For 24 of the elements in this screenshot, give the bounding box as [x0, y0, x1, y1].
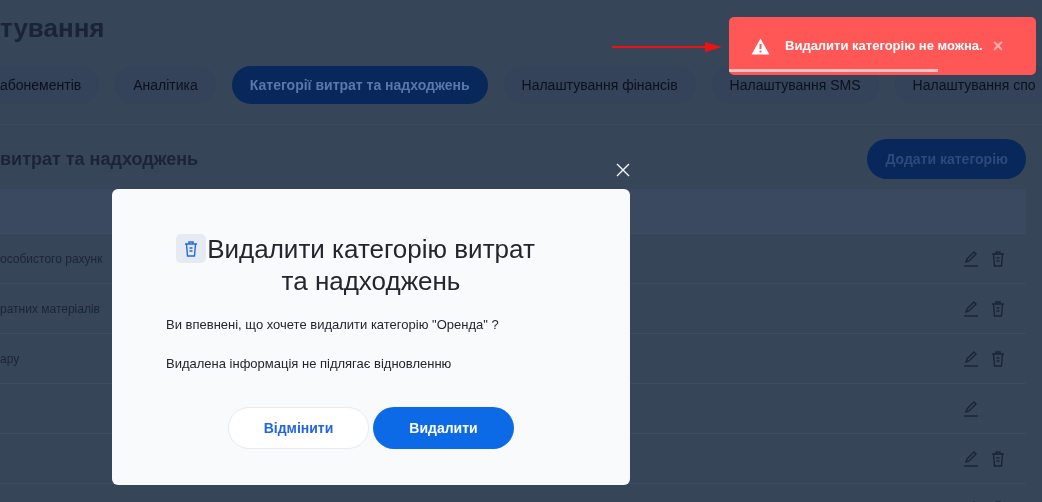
dialog-note: Видалена інформація не підлягає відновленню — [166, 354, 453, 373]
arrow-icon — [611, 41, 723, 53]
toast-message: Видалити категорію не можна. — [785, 37, 983, 56]
cancel-button[interactable]: Відмінити — [228, 407, 369, 449]
tab[interactable]: Аналітика — [115, 66, 216, 104]
dialog-title: Видалити категорію витрат та надходжень — [207, 234, 535, 296]
pencil-icon[interactable] — [963, 450, 979, 467]
tab[interactable]: Налаштування фінансів — [503, 66, 696, 104]
trash-icon[interactable] — [990, 250, 1006, 267]
pencil-icon[interactable] — [963, 300, 979, 317]
trash-icon — [183, 240, 199, 257]
pencil-icon[interactable] — [963, 250, 979, 267]
delete-button[interactable]: Видалити — [373, 407, 514, 449]
dialog-message: Ви впевнені, що хочете видалити категорію "Оренда" ? — [166, 316, 499, 334]
trash-icon[interactable] — [990, 450, 1006, 467]
pencil-icon[interactable] — [963, 350, 979, 367]
close-button[interactable]: × — [992, 37, 1004, 55]
close-icon[interactable] — [615, 162, 631, 178]
trash-icon[interactable] — [990, 300, 1006, 317]
trash-icon[interactable] — [990, 350, 1006, 367]
warning-icon — [751, 37, 770, 55]
tab[interactable]: Категорії витрат та надходжень — [231, 66, 488, 104]
tab[interactable]: абонементів — [0, 66, 100, 104]
pencil-icon[interactable] — [963, 400, 979, 417]
